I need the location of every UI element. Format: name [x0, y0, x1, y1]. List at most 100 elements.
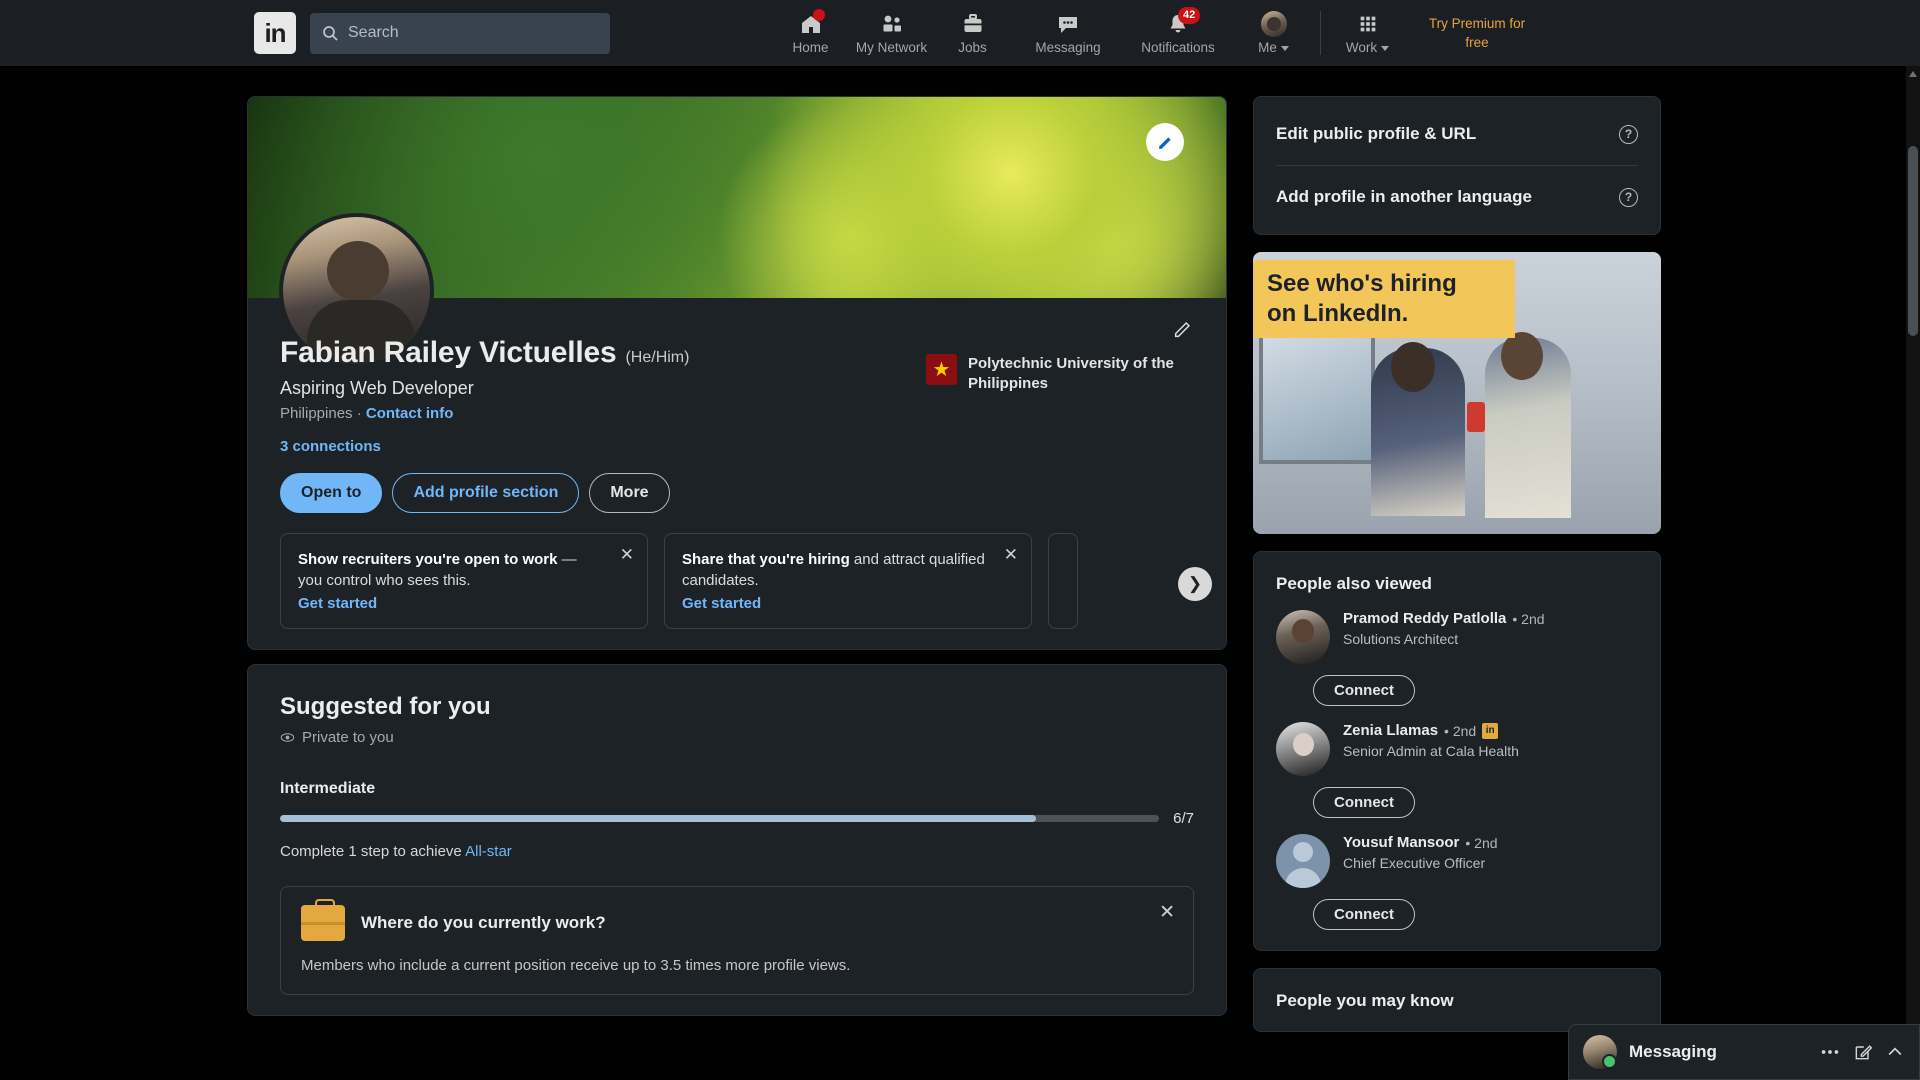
nav-item-me[interactable]: Me [1233, 0, 1314, 66]
ad-text-band: See who's hiring on LinkedIn. [1253, 260, 1515, 338]
connect-button[interactable]: Connect [1313, 787, 1415, 818]
ad-phone-graphic [1467, 402, 1485, 432]
person-row[interactable]: Pramod Reddy Patlolla • 2nd Solutions Ar… [1276, 610, 1638, 664]
nav-item-home[interactable]: Home [770, 0, 851, 66]
promo-get-started-link[interactable]: Get started [298, 595, 377, 612]
close-icon[interactable]: ✕ [1159, 903, 1175, 922]
nav-label-home: Home [792, 40, 829, 55]
page-body: ★ Polytechnic University of the Philippi… [0, 66, 1920, 1080]
person-info: Yousuf Mansoor • 2nd Chief Executive Off… [1343, 834, 1498, 888]
nav-item-messaging[interactable]: Messaging [1013, 0, 1123, 66]
search-input[interactable] [348, 24, 598, 42]
grid-icon [1357, 11, 1379, 37]
scrollbar-thumb[interactable] [1908, 146, 1918, 336]
search-box[interactable] [310, 12, 610, 54]
list-item: Yousuf Mansoor • 2nd Chief Executive Off… [1276, 834, 1638, 930]
page-title: Fabian Railey Victuelles [280, 336, 617, 369]
education-chip[interactable]: ★ Polytechnic University of the Philippi… [926, 354, 1194, 394]
chevron-right-icon[interactable]: ❯ [1178, 567, 1212, 601]
privacy-note-label: Private to you [302, 729, 394, 746]
scroll-up-arrow-icon[interactable] [1909, 71, 1917, 77]
chevron-down-icon [1280, 45, 1289, 51]
connection-degree: • 2nd [1444, 722, 1477, 739]
nav-label-work: Work [1346, 40, 1390, 55]
progress-bar-fill [280, 815, 1037, 822]
list-item: Zenia Llamas • 2nd in Senior Admin at Ca… [1276, 722, 1638, 818]
people-also-viewed-card: People also viewed Pramod Reddy Patlolla… [1253, 551, 1661, 951]
search-icon [322, 25, 338, 41]
promo-text: Share that you're hiring and attract qua… [682, 549, 1014, 591]
person-name-row: Pramod Reddy Patlolla • 2nd [1343, 610, 1545, 627]
avatar-icon [1260, 11, 1287, 37]
ellipsis-icon[interactable] [1819, 1041, 1841, 1063]
avatar [1276, 834, 1330, 888]
nav-label-my-network: My Network [855, 40, 928, 55]
people-icon [880, 11, 904, 37]
person-name: Pramod Reddy Patlolla [1343, 610, 1507, 627]
person-role: Solutions Architect [1343, 631, 1459, 647]
messaging-dock[interactable]: Messaging [1568, 1024, 1920, 1080]
question-icon[interactable]: ? [1619, 187, 1638, 207]
profile-links-card: Edit public profile & URL ? Add profile … [1253, 96, 1661, 235]
add-language-label: Add profile in another language [1276, 187, 1532, 206]
suggested-for-you-card: Suggested for you Private to you Interme… [247, 664, 1227, 1016]
progress-bar [280, 815, 1160, 822]
people-you-may-know-title: People you may know [1276, 991, 1454, 1010]
promo-card-partial[interactable] [1048, 533, 1078, 629]
bell-icon: 42 [1166, 7, 1201, 37]
privacy-note: Private to you [280, 729, 1194, 746]
next-step-prefix: Complete 1 step to achieve [280, 843, 466, 860]
add-profile-section-button[interactable]: Add profile section [392, 473, 580, 513]
try-premium-link[interactable]: Try Premium for free [1422, 14, 1532, 52]
profile-action-buttons: Open to Add profile section More [280, 473, 1194, 513]
all-star-link[interactable]: All-star [465, 843, 512, 860]
connect-button[interactable]: Connect [1313, 675, 1415, 706]
right-sidebar: Edit public profile & URL ? Add profile … [1253, 96, 1661, 1032]
main-column: ★ Polytechnic University of the Philippi… [247, 96, 1227, 1016]
open-to-button[interactable]: Open to [280, 473, 383, 513]
edit-cover-button[interactable] [1146, 123, 1184, 161]
question-icon[interactable]: ? [1619, 124, 1638, 144]
nav-item-work[interactable]: Work [1327, 0, 1408, 66]
contact-info-link[interactable]: Contact info [366, 405, 454, 422]
promo-card-hiring[interactable]: ✕ Share that you're hiring and attract q… [664, 533, 1032, 629]
linkedin-logo-icon[interactable]: in [254, 12, 296, 54]
eye-icon [280, 733, 295, 742]
linkedin-premium-badge-icon: in [1482, 722, 1499, 739]
person-row[interactable]: Yousuf Mansoor • 2nd Chief Executive Off… [1276, 834, 1638, 888]
avatar [1583, 1035, 1617, 1069]
advertisement-banner[interactable]: See who's hiring on LinkedIn. [1253, 252, 1661, 534]
nav-label-messaging: Messaging [1035, 40, 1101, 55]
avatar [1276, 610, 1330, 664]
promo-carousel: ✕ Show recruiters you're open to work — … [280, 533, 1212, 629]
profile-card: ★ Polytechnic University of the Philippi… [247, 96, 1227, 650]
connections-count[interactable]: 3 connections [280, 438, 1194, 455]
nav-item-jobs[interactable]: Jobs [932, 0, 1013, 66]
person-row[interactable]: Zenia Llamas • 2nd in Senior Admin at Ca… [1276, 722, 1638, 776]
connect-button[interactable]: Connect [1313, 899, 1415, 930]
page-scrollbar[interactable] [1906, 66, 1920, 1080]
nav-label-notifications: Notifications [1141, 40, 1215, 55]
edit-public-profile-row[interactable]: Edit public profile & URL ? [1276, 103, 1638, 165]
promo-get-started-link[interactable]: Get started [682, 595, 761, 612]
list-item: Pramod Reddy Patlolla • 2nd Solutions Ar… [1276, 610, 1638, 706]
person-role: Senior Admin at Cala Health [1343, 743, 1519, 759]
school-name: Polytechnic University of the Philippine… [968, 355, 1174, 392]
task-header-row: Where do you currently work? [301, 899, 1173, 941]
suggested-title: Suggested for you [280, 693, 491, 720]
ad-person-2-head [1501, 332, 1543, 380]
close-icon[interactable]: ✕ [620, 546, 634, 563]
add-language-row[interactable]: Add profile in another language ? [1276, 165, 1638, 228]
close-icon[interactable]: ✕ [1004, 546, 1018, 563]
compose-pencil-icon[interactable] [1853, 1042, 1873, 1062]
chevron-down-icon [1381, 45, 1390, 51]
promo-card-open-to-work[interactable]: ✕ Show recruiters you're open to work — … [280, 533, 648, 629]
nav-divider [1320, 11, 1321, 55]
more-button[interactable]: More [589, 473, 670, 513]
nav-item-my-network[interactable]: My Network [851, 0, 932, 66]
profile-location-row: Philippines · Contact info [280, 405, 1194, 422]
chevron-up-icon[interactable] [1885, 1042, 1905, 1062]
nav-item-notifications[interactable]: 42 Notifications [1123, 0, 1233, 66]
person-name-row: Zenia Llamas • 2nd in [1343, 722, 1519, 739]
edit-profile-button[interactable] [1172, 318, 1194, 345]
